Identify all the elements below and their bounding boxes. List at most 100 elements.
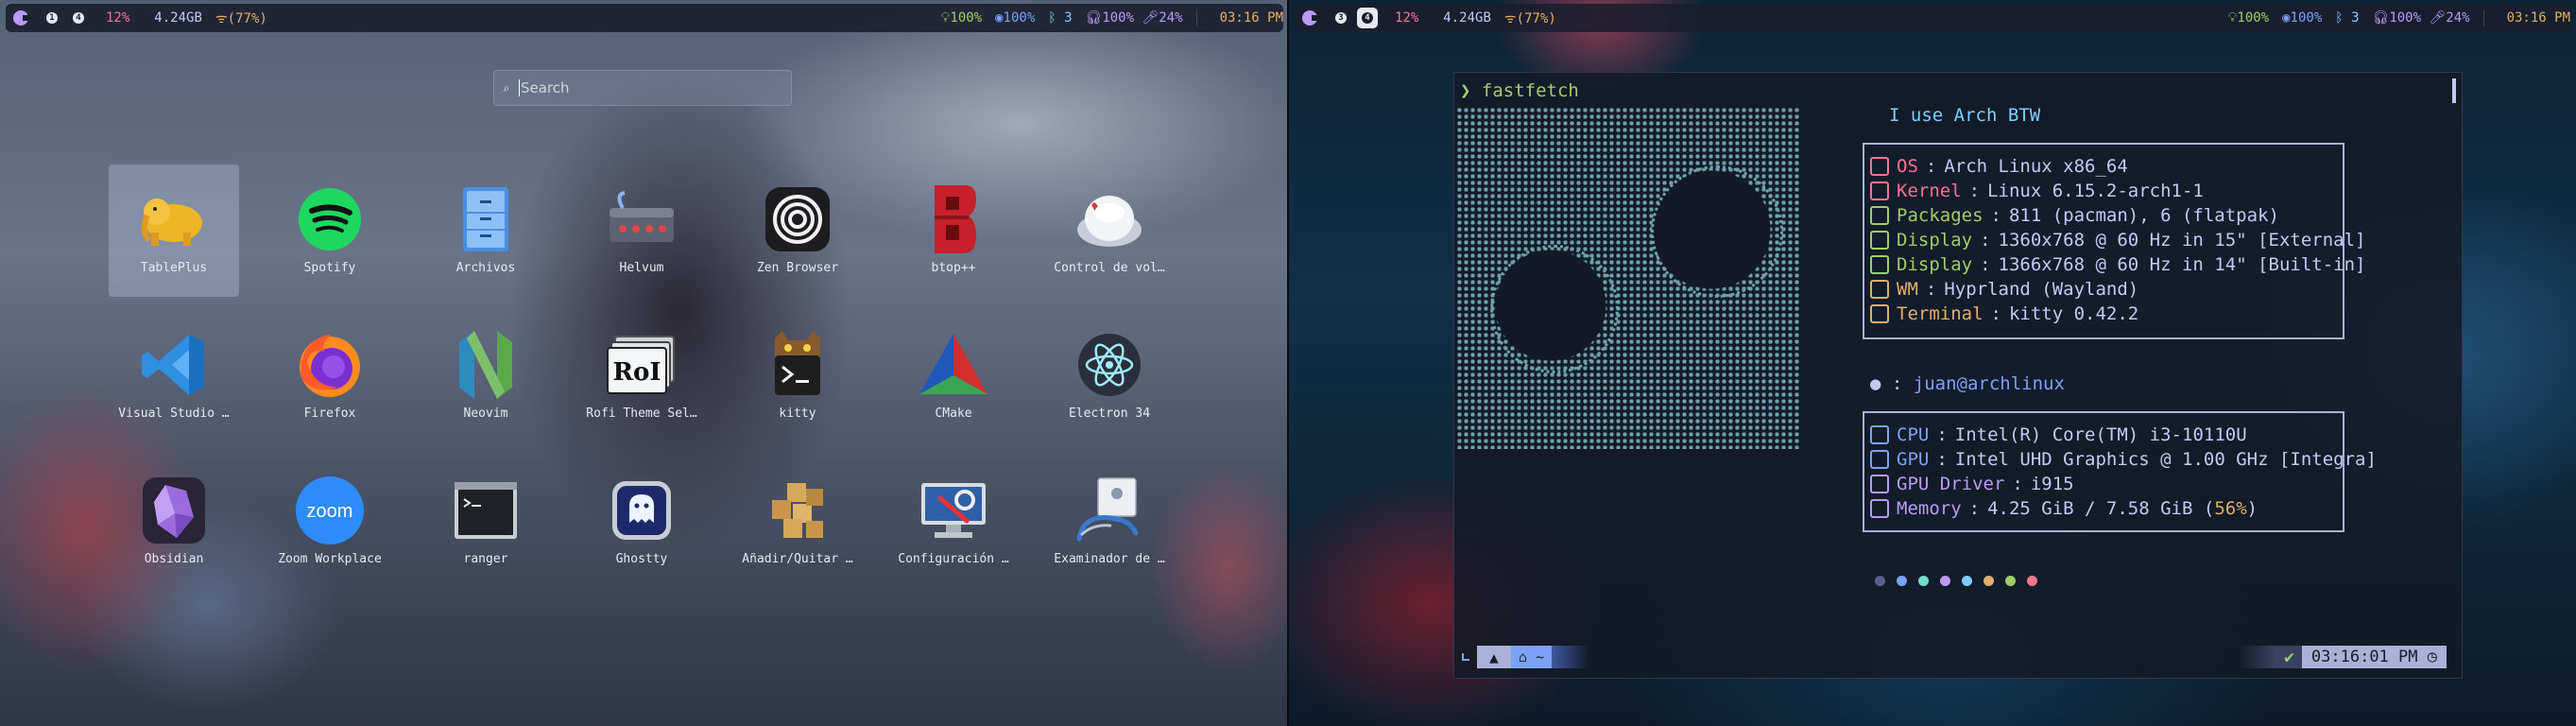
mic-icon: 🎤︎ [2429, 10, 2447, 26]
logo-ring [1490, 245, 1619, 373]
workspace-4[interactable]: 4 [68, 8, 89, 28]
app-helvum[interactable]: Helvum [576, 164, 707, 297]
files-icon [450, 183, 522, 255]
app-image-viewer[interactable]: Examinador de … [1044, 456, 1175, 588]
app-settings[interactable]: Configuración … [888, 456, 1019, 588]
headphones-value: 100% [1102, 10, 1135, 26]
fastfetch-key: OS [1897, 156, 1918, 177]
fastfetch-value: Arch Linux x86_64 [1944, 156, 2128, 177]
app-tableplus[interactable]: TablePlus [109, 164, 239, 297]
segment-fade [1552, 646, 1590, 668]
fastfetch-key: Display [1897, 254, 1973, 275]
package-icon [1870, 206, 1889, 225]
fastfetch-key: CPU [1897, 424, 1930, 445]
palette-swatch [1875, 576, 1885, 586]
key-separator: : [1936, 424, 1948, 445]
audio-status[interactable]: 🎧︎100% 🎤︎24% [2373, 10, 2470, 26]
cwd-text: ~ [1536, 648, 1545, 666]
app-ghostty[interactable]: Ghostty [576, 456, 707, 588]
command-text: fastfetch [1481, 80, 1579, 101]
app-volume-control[interactable]: Control de vol… [1044, 164, 1175, 297]
workspace-4-active[interactable]: 4 [1357, 8, 1378, 28]
logo-ring [1651, 165, 1783, 298]
wifi-icon: ᯤ [1503, 10, 1517, 26]
key-separator: : [1980, 230, 1991, 251]
app-electron[interactable]: Electron 34 [1044, 310, 1175, 442]
palette-swatch [2027, 576, 2037, 586]
image-viewer-icon [1073, 475, 1145, 546]
app-vscode[interactable]: Visual Studio … [109, 310, 239, 442]
workspace-label: 4 [1362, 12, 1373, 24]
gpu-icon [1870, 450, 1889, 469]
brightness-value: 100% [2237, 10, 2270, 26]
app-spotify[interactable]: Spotify [265, 164, 395, 297]
fastfetch-value: Intel UHD Graphics @ 1.00 GHz [Integra] [1954, 449, 2377, 470]
app-archivos[interactable]: Archivos [421, 164, 551, 297]
brightness-status[interactable]: 💡︎100% [941, 10, 983, 26]
brightness-status[interactable]: 💡︎100% [2228, 10, 2270, 26]
user-host-line: ● : juan@archlinux [1870, 373, 2065, 394]
search-input[interactable] [521, 79, 766, 96]
fastfetch-row: Packages:811 (pacman), 6 (flatpak) [1870, 205, 2279, 226]
bt-devices-value: 3 [2351, 10, 2360, 26]
bluetooth-status[interactable]: ᛒ 3 [1048, 10, 1072, 26]
box-bottom-border [1863, 337, 2344, 339]
helvum-icon [606, 183, 678, 255]
app-label: ranger [463, 552, 508, 566]
search-icon: ⌕ [503, 80, 510, 95]
fastfetch-key: Terminal [1897, 303, 1984, 324]
app-label: Examinador de … [1054, 552, 1165, 566]
settings-icon [918, 475, 989, 546]
wifi-status[interactable]: ᯤ(77%) [1504, 9, 1556, 27]
app-zen-browser[interactable]: Zen Browser [732, 164, 863, 297]
key-separator: : [1968, 498, 1981, 519]
bt-devices-value: 3 [1064, 10, 1073, 26]
launcher-logo-icon[interactable] [1302, 10, 1319, 26]
fastfetch-key: GPU [1897, 449, 1930, 470]
app-neovim[interactable]: Neovim [421, 310, 551, 442]
app-obsidian[interactable]: Obsidian [109, 456, 239, 588]
app-firefox[interactable]: Firefox [265, 310, 395, 442]
fastfetch-row: Display:1360x768 @ 60 Hz in 15" [Externa… [1870, 230, 2365, 251]
fastfetch-value: Intel(R) Core(TM) i3-10110U [1954, 424, 2247, 445]
app-rofi-theme-selector[interactable]: RoI Rofi Theme Sel… [576, 310, 707, 442]
fastfetch-value: 811 (pacman), 6 (flatpak) [2008, 205, 2279, 226]
clock[interactable]: 03:16 PM [2507, 10, 2570, 26]
workspace-1[interactable]: 1 [42, 8, 62, 28]
fastfetch-key: Packages [1897, 205, 1984, 226]
success-check-icon: ✔ [2276, 646, 2302, 668]
clock[interactable]: 03:16 PM [1220, 10, 1283, 26]
zoom-icon: zoom [294, 475, 366, 546]
bluetooth-status[interactable]: ᛒ 3 [2335, 10, 2359, 26]
kitty-terminal-window[interactable]: ❯ fastfetch I use Arch BTW OS: Arch Linux… [1453, 72, 2463, 679]
brightness-value: 100% [950, 10, 983, 26]
fastfetch-key: WM [1897, 279, 1918, 300]
app-zoom[interactable]: zoom Zoom Workplace [265, 456, 395, 588]
launcher-search[interactable]: ⌕ [493, 70, 792, 106]
scrollbar[interactable] [2452, 78, 2456, 103]
app-kitty[interactable]: kitty [732, 310, 863, 442]
app-label: btop++ [931, 261, 976, 275]
workspace-label: 1 [46, 12, 58, 24]
workspace-3[interactable]: 3 [1331, 8, 1351, 28]
app-ranger[interactable]: ranger [421, 456, 551, 588]
bluetooth-battery[interactable]: ◉100% [2282, 10, 2322, 26]
wifi-status[interactable]: ᯤ(77%) [215, 9, 267, 27]
add-remove-software-icon [762, 475, 833, 546]
zen-browser-icon [762, 183, 833, 255]
app-btop[interactable]: btop++ [888, 164, 1019, 297]
launcher-logo-icon[interactable] [13, 10, 30, 26]
volume-control-icon [1073, 183, 1145, 255]
app-add-remove-software[interactable]: Añadir/Quitar … [732, 456, 863, 588]
corner-mark [1462, 653, 1469, 661]
bluetooth-battery[interactable]: ◉100% [995, 10, 1035, 26]
time-text: 03:16:01 PM [2310, 648, 2418, 666]
app-cmake[interactable]: CMake [888, 310, 1019, 442]
cwd-segment: ⌂ ~ [1511, 646, 1553, 668]
monitor-icon [1870, 157, 1889, 176]
audio-status[interactable]: 🎧︎100% 🎤︎24% [1086, 10, 1183, 26]
electron-icon [1073, 329, 1145, 401]
app-label: Helvum [619, 261, 664, 275]
fastfetch-value: Hyprland (Wayland) [1944, 279, 2139, 300]
app-label: Zoom Workplace [278, 552, 382, 566]
